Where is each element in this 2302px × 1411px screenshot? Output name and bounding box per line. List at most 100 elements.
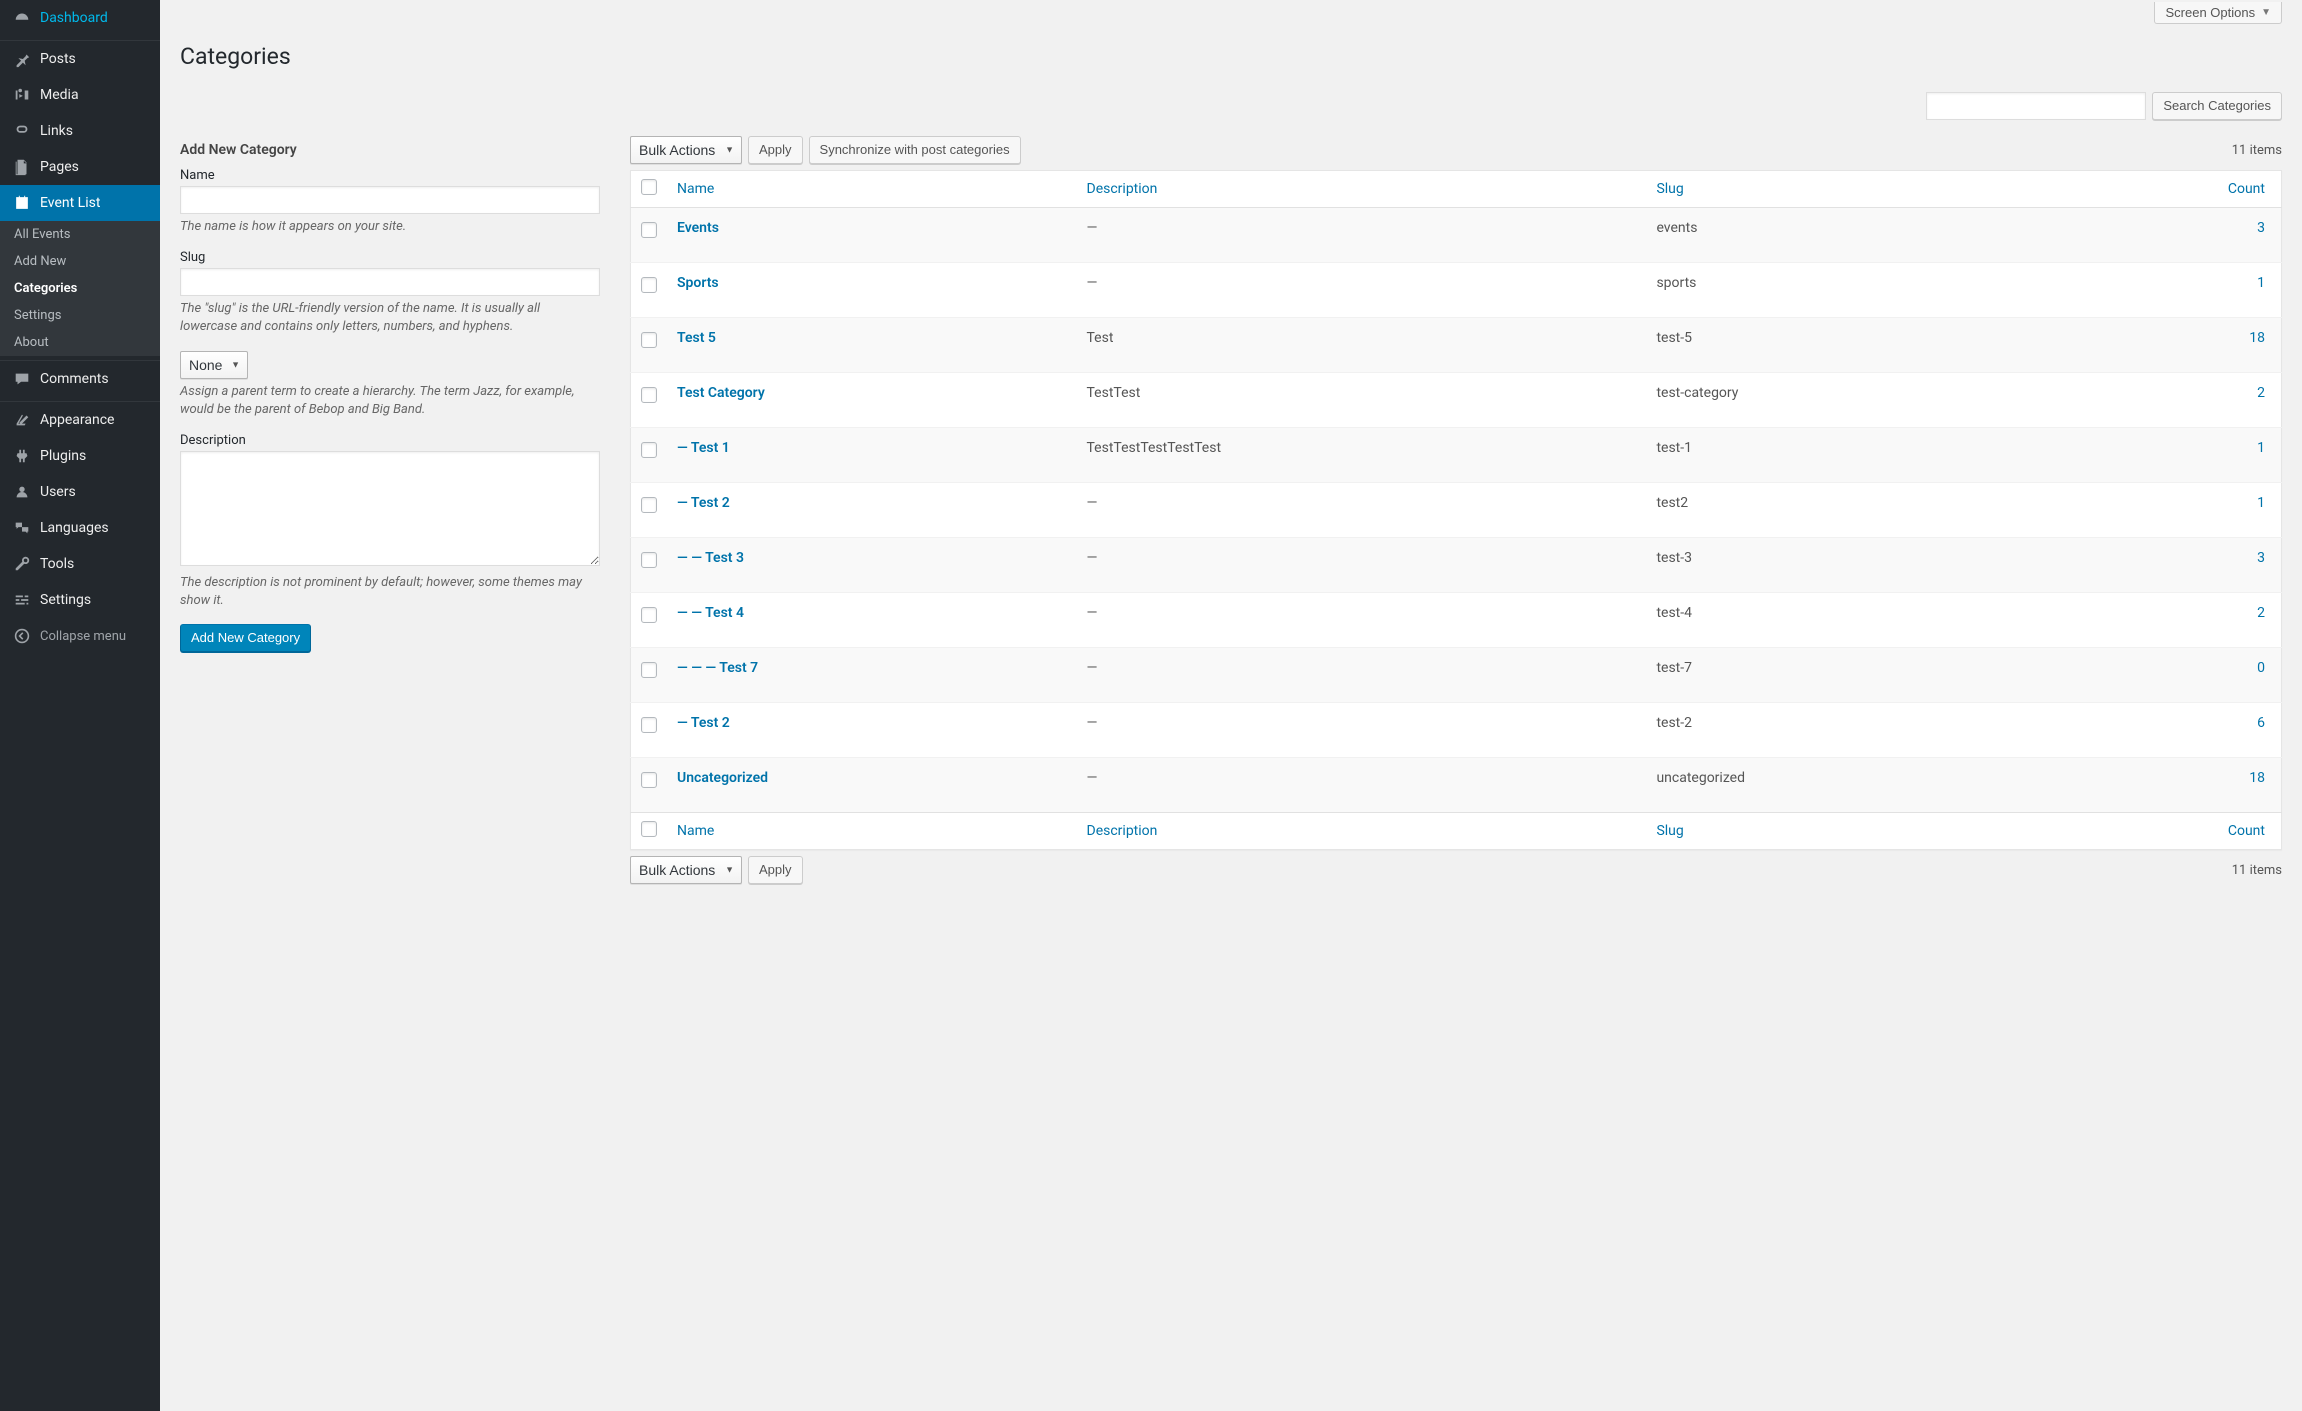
dashboard-icon <box>12 8 32 28</box>
row-checkbox[interactable] <box>641 332 657 348</box>
select-all-top[interactable] <box>641 179 657 195</box>
row-description: Test <box>1077 318 1647 373</box>
row-name-link[interactable]: — Test 1 <box>677 440 730 456</box>
sidebar-item-label: Media <box>40 87 79 103</box>
sidebar-item-plugins[interactable]: Plugins <box>0 438 160 474</box>
row-count-link[interactable]: 18 <box>2249 770 2265 786</box>
apply-top-button[interactable]: Apply <box>748 136 803 164</box>
row-count-link[interactable]: 1 <box>2257 495 2265 511</box>
row-name-link[interactable]: Test 5 <box>677 330 716 346</box>
row-checkbox[interactable] <box>641 552 657 568</box>
slug-input[interactable] <box>180 268 600 296</box>
col-description-header[interactable]: Description <box>1077 171 1647 208</box>
row-name-link[interactable]: — Test 2 <box>677 715 730 731</box>
sidebar-item-dashboard[interactable]: Dashboard <box>0 0 160 36</box>
col-count-footer[interactable]: Count <box>2047 813 2282 850</box>
sidebar-item-label: Plugins <box>40 448 86 464</box>
row-checkbox[interactable] <box>641 662 657 678</box>
sidebar-item-posts[interactable]: Posts <box>0 41 160 77</box>
screen-options-button[interactable]: Screen Options ▼ <box>2154 2 2282 24</box>
col-count-header[interactable]: Count <box>2047 171 2282 208</box>
sidebar-item-event-list[interactable]: Event List <box>0 185 160 221</box>
sidebar-item-comments[interactable]: Comments <box>0 361 160 397</box>
sidebar-item-tools[interactable]: Tools <box>0 546 160 582</box>
row-name-link[interactable]: Test Category <box>677 385 765 401</box>
search-input[interactable] <box>1926 92 2146 120</box>
row-name-link[interactable]: Events <box>677 220 719 236</box>
bulk-actions-top[interactable]: Bulk Actions <box>630 136 742 164</box>
sidebar-item-settings[interactable]: Settings <box>0 582 160 618</box>
row-count-link[interactable]: 0 <box>2257 660 2265 676</box>
row-name-link[interactable]: — Test 2 <box>677 495 730 511</box>
sidebar-item-languages[interactable]: Languages <box>0 510 160 546</box>
row-name-link[interactable]: Uncategorized <box>677 770 768 786</box>
row-checkbox[interactable] <box>641 772 657 788</box>
sidebar-subitem-categories[interactable]: Categories <box>0 275 160 302</box>
row-name-link[interactable]: — — Test 4 <box>677 605 744 621</box>
parent-select[interactable]: None <box>180 351 248 379</box>
sidebar-item-label: Settings <box>40 592 91 608</box>
table-row: — — Test 4—test-42 <box>631 593 2282 648</box>
sidebar-item-links[interactable]: Links <box>0 113 160 149</box>
row-indent-prefix: — — <box>677 550 705 566</box>
sidebar-subitem-add-new[interactable]: Add New <box>0 248 160 275</box>
sidebar-item-pages[interactable]: Pages <box>0 149 160 185</box>
row-description: — <box>1077 703 1647 758</box>
table-row: Test CategoryTestTesttest-category2 <box>631 373 2282 428</box>
main-content: Screen Options ▼ Categories Search Categ… <box>160 0 2302 930</box>
apply-bottom-button[interactable]: Apply <box>748 856 803 884</box>
col-name-footer[interactable]: Name <box>667 813 1077 850</box>
row-name-link[interactable]: — — — Test 7 <box>677 660 758 676</box>
sidebar-item-media[interactable]: Media <box>0 77 160 113</box>
row-count-link[interactable]: 2 <box>2257 385 2265 401</box>
search-categories-button[interactable]: Search Categories <box>2152 92 2282 120</box>
row-description: — <box>1077 593 1647 648</box>
row-count-link[interactable]: 1 <box>2257 275 2265 291</box>
col-slug-header[interactable]: Slug <box>1646 171 2046 208</box>
row-checkbox[interactable] <box>641 387 657 403</box>
col-description-footer[interactable]: Description <box>1077 813 1647 850</box>
row-indent-prefix: — <box>677 440 691 456</box>
col-name-header[interactable]: Name <box>667 171 1077 208</box>
row-count-link[interactable]: 3 <box>2257 550 2265 566</box>
table-row: Uncategorized—uncategorized18 <box>631 758 2282 813</box>
row-slug: test-1 <box>1646 428 2046 483</box>
calendar-icon <box>12 193 32 213</box>
collapse-menu[interactable]: Collapse menu <box>0 618 160 654</box>
row-checkbox[interactable] <box>641 497 657 513</box>
row-count-link[interactable]: 18 <box>2249 330 2265 346</box>
name-input[interactable] <box>180 186 600 214</box>
sidebar-item-appearance[interactable]: Appearance <box>0 402 160 438</box>
collapse-icon <box>12 626 32 646</box>
row-count-link[interactable]: 6 <box>2257 715 2265 731</box>
row-checkbox[interactable] <box>641 277 657 293</box>
sidebar-subitem-all-events[interactable]: All Events <box>0 221 160 248</box>
row-count-link[interactable]: 2 <box>2257 605 2265 621</box>
row-count-link[interactable]: 1 <box>2257 440 2265 456</box>
row-indent-prefix: — <box>677 715 691 731</box>
sidebar-item-users[interactable]: Users <box>0 474 160 510</box>
select-all-bottom[interactable] <box>641 821 657 837</box>
row-name-link[interactable]: Sports <box>677 275 719 291</box>
table-row: Events—events3 <box>631 208 2282 263</box>
table-row: — — — Test 7—test-70 <box>631 648 2282 703</box>
sidebar-subitem-settings[interactable]: Settings <box>0 302 160 329</box>
description-textarea[interactable] <box>180 451 600 566</box>
items-count-top: 11 items <box>2232 143 2282 158</box>
row-checkbox[interactable] <box>641 717 657 733</box>
row-checkbox[interactable] <box>641 442 657 458</box>
row-name-link[interactable]: — — Test 3 <box>677 550 744 566</box>
row-checkbox[interactable] <box>641 222 657 238</box>
add-category-button[interactable]: Add New Category <box>180 624 311 652</box>
row-checkbox[interactable] <box>641 607 657 623</box>
row-description: — <box>1077 208 1647 263</box>
row-description: TestTestTestTestTest <box>1077 428 1647 483</box>
description-label: Description <box>180 433 600 448</box>
sync-button[interactable]: Synchronize with post categories <box>809 136 1021 164</box>
bulk-actions-bottom[interactable]: Bulk Actions <box>630 856 742 884</box>
col-slug-footer[interactable]: Slug <box>1646 813 2046 850</box>
row-count-link[interactable]: 3 <box>2257 220 2265 236</box>
row-slug: test-2 <box>1646 703 2046 758</box>
sidebar-subitem-about[interactable]: About <box>0 329 160 356</box>
row-name-text: Test Category <box>677 385 765 401</box>
